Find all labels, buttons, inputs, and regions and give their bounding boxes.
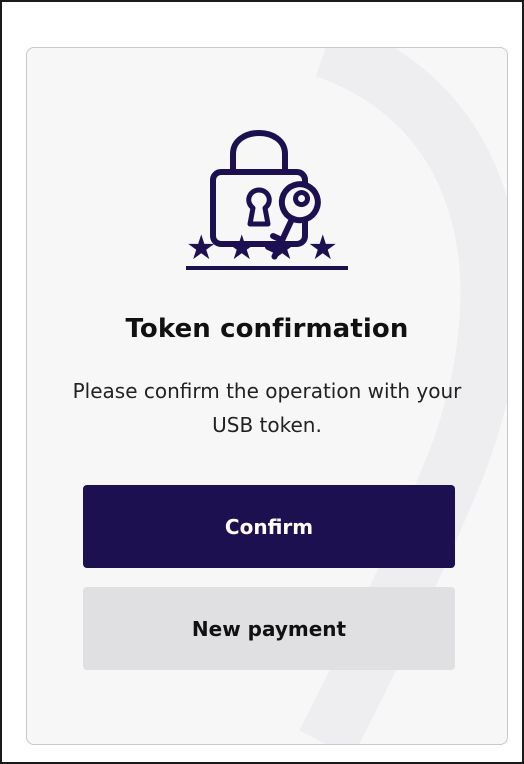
window-frame: ★★★★ Token confirmation Please confirm t… bbox=[0, 0, 524, 764]
dialog-title: Token confirmation bbox=[125, 314, 409, 344]
confirm-button-label: Confirm bbox=[224, 514, 314, 539]
dialog-message: Please confirm the operation with your U… bbox=[72, 379, 462, 437]
masked-token-stars: ★★★★ bbox=[27, 230, 507, 270]
confirm-button[interactable]: Confirm bbox=[83, 485, 455, 568]
masked-token-text: ★★★★ bbox=[186, 228, 348, 270]
token-confirmation-card: ★★★★ Token confirmation Please confirm t… bbox=[26, 47, 508, 745]
new-payment-button[interactable]: New payment bbox=[83, 587, 455, 670]
new-payment-button-label: New payment bbox=[191, 616, 347, 641]
